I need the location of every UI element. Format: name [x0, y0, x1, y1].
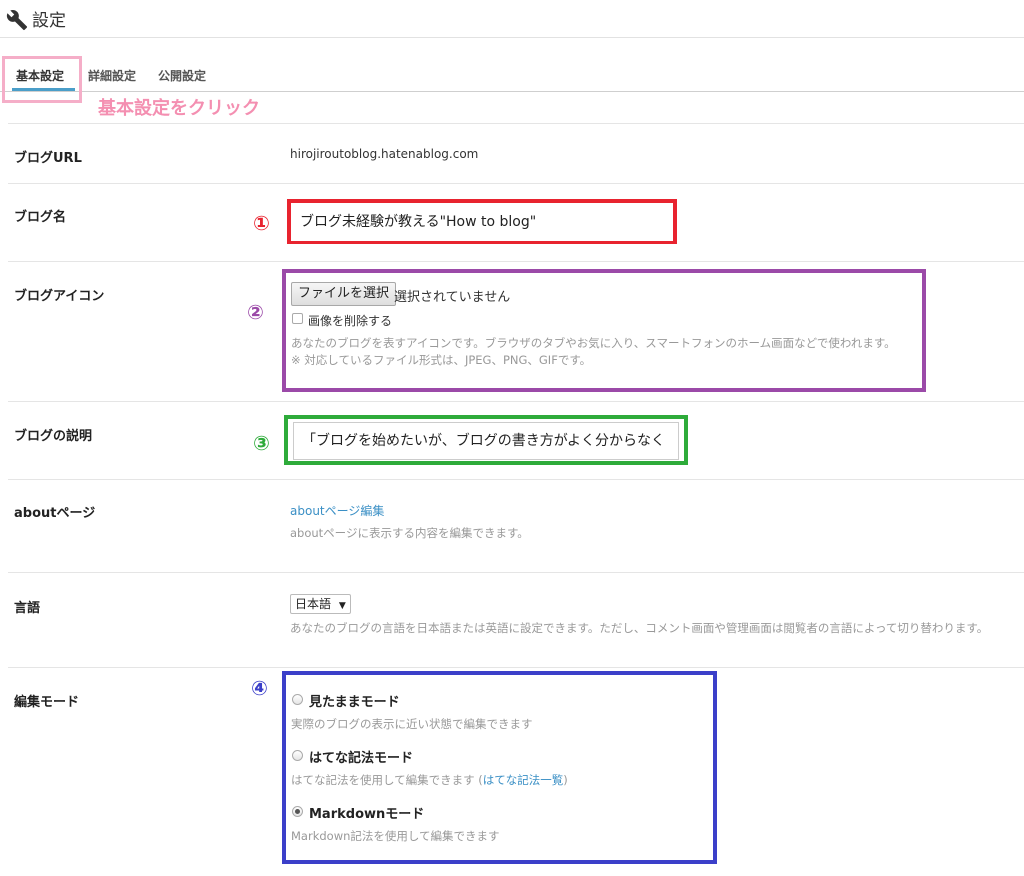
marker-1: ① — [253, 211, 270, 235]
wysiwyg-mode-label: 見たままモード — [309, 695, 400, 710]
hatena-mode-label: はてな記法モード — [309, 751, 414, 766]
tabs-divider — [0, 91, 1024, 92]
about-page-help: aboutページに表示する内容を編集できます。 — [290, 526, 529, 540]
row-divider — [8, 401, 1024, 402]
blog-description-label: ブログの説明 — [14, 429, 93, 444]
blog-url-value: hirojiroutoblog.hatenablog.com — [290, 147, 479, 161]
tab-advanced-settings[interactable]: 詳細設定 — [88, 67, 136, 84]
delete-image-label: 画像を削除する — [308, 314, 393, 328]
hatena-mode-help: はてな記法を使用して編集できます (はてな記法一覧) — [291, 773, 568, 787]
wrench-icon — [6, 10, 28, 31]
row-divider — [8, 479, 1024, 480]
click-hint-annotation: 基本設定をクリック — [98, 98, 260, 119]
blog-name-input[interactable]: ブログ未経験が教える"How to blog" — [291, 203, 673, 241]
row-divider — [8, 572, 1024, 573]
markdown-mode-label: Markdownモード — [309, 807, 425, 822]
language-label: 言語 — [14, 601, 41, 616]
row-divider — [8, 123, 1024, 124]
file-status-text: 選択されていません — [394, 290, 511, 305]
blog-name-label: ブログ名 — [14, 210, 67, 225]
blog-icon-help: あなたのブログを表すアイコンです。ブラウザのタブやお気に入り、スマートフォンのホ… — [291, 336, 896, 350]
radio-wysiwyg-mode[interactable] — [292, 694, 303, 705]
radio-hatena-mode[interactable] — [292, 750, 303, 761]
language-help: あなたのブログの言語を日本語または英語に設定できます。ただし、コメント画面や管理… — [290, 621, 989, 635]
blog-url-label: ブログURL — [14, 151, 82, 166]
wysiwyg-mode-help: 実際のブログの表示に近い状態で編集できます — [291, 717, 533, 731]
blog-icon-label: ブログアイコン — [14, 289, 105, 304]
chevron-down-icon: ▼ — [338, 601, 346, 611]
tab-publish-settings[interactable]: 公開設定 — [158, 67, 206, 84]
marker-3: ③ — [253, 431, 270, 455]
row-divider — [8, 183, 1024, 184]
edit-mode-label: 編集モード — [14, 695, 80, 710]
tab-highlight-box — [2, 56, 82, 103]
marker-4: ④ — [251, 676, 268, 700]
language-selected-value: 日本語 — [295, 597, 332, 611]
blog-description-input[interactable]: 「ブログを始めたいが、ブログの書き方がよく分からなく — [293, 422, 679, 460]
about-page-edit-link[interactable]: aboutページ編集 — [290, 502, 384, 519]
markdown-mode-help: Markdown記法を使用して編集できます — [291, 829, 500, 843]
hatena-syntax-list-link[interactable]: はてな記法一覧 — [483, 773, 564, 787]
delete-image-checkbox[interactable] — [292, 313, 303, 324]
choose-file-button[interactable]: ファイルを選択 — [291, 282, 397, 306]
row-divider — [8, 667, 1024, 668]
language-select[interactable]: 日本語 ▼ — [290, 594, 351, 614]
header-divider — [0, 37, 1024, 38]
marker-2: ② — [247, 300, 264, 324]
page-title: 設定 — [32, 11, 66, 31]
about-page-label: aboutページ — [14, 506, 96, 521]
blog-icon-format-help: ※ 対応しているファイル形式は、JPEG、PNG、GIFです。 — [291, 353, 592, 367]
row-divider — [8, 261, 1024, 262]
radio-markdown-mode[interactable] — [292, 806, 303, 817]
